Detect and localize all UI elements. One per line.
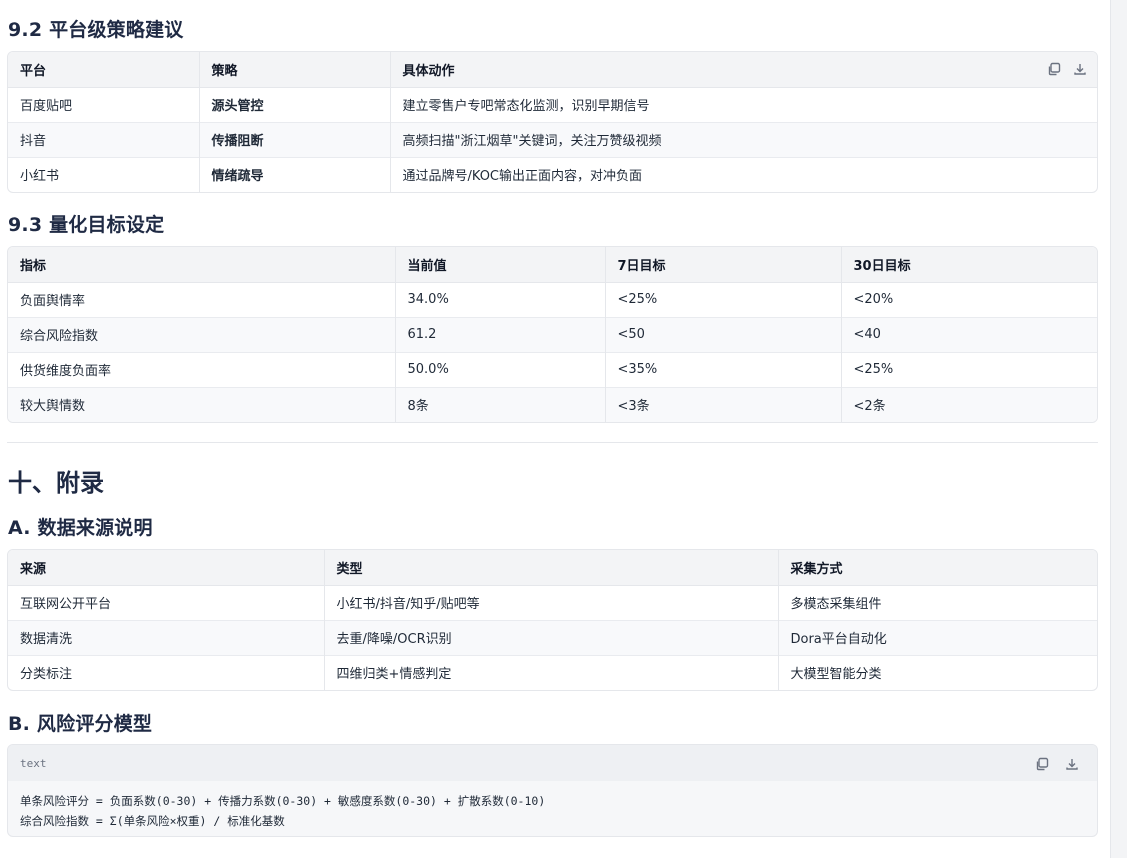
table-cell: 61.2 xyxy=(395,316,606,352)
table-cell: 建立零售户专吧常态化监测，识别早期信号 xyxy=(402,99,650,114)
table-cell: 互联网公开平台 xyxy=(8,585,325,620)
table-header-cell: 30日目标 xyxy=(841,247,1097,283)
table-row: 综合风险指数 61.2 <50 <40 xyxy=(8,316,1097,352)
copy-icon[interactable] xyxy=(1033,755,1051,773)
code-language-label: text xyxy=(20,756,47,770)
table-cell: 情绪疏导 xyxy=(199,156,391,192)
table-row: 百度贴吧 源头管控 建立零售户专吧常态化监测，识别早期信号 xyxy=(8,87,1097,122)
table-cell: 分类标注 xyxy=(8,654,325,690)
code-line: 综合风险指数 = Σ(单条风险×权重) / 标准化基数 xyxy=(20,814,285,828)
download-icon[interactable] xyxy=(1063,755,1081,773)
copy-icon[interactable] xyxy=(1045,60,1063,78)
table-cell: <40 xyxy=(841,316,1097,352)
table-cell: 34.0% xyxy=(395,282,606,317)
section-title-9-3: 9.3 量化目标设定 xyxy=(8,214,165,236)
table-row: 小红书 情绪疏导 通过品牌号/KOC输出正面内容，对冲负面 xyxy=(8,156,1097,192)
table-row: 供货维度负面率 50.0% <35% <25% xyxy=(8,351,1097,387)
table-header-cell: 7日目标 xyxy=(605,247,842,283)
table-cell: 多模态采集组件 xyxy=(790,597,882,612)
table-cell: 负面舆情率 xyxy=(8,282,396,317)
vertical-scrollbar[interactable] xyxy=(1110,0,1127,858)
table-header-cell: 具体动作 xyxy=(390,52,1097,88)
table-toolbar xyxy=(1045,60,1089,78)
table-cell: 去重/降噪/OCR识别 xyxy=(324,619,779,655)
table-cell: <3条 xyxy=(605,386,842,422)
table-row: 抖音 传播阻断 高频扫描"浙江烟草"关键词，关注万赞级视频 xyxy=(8,121,1097,157)
table-cell: 传播阻断 xyxy=(199,121,391,157)
platform-strategy-table: 平台 策略 具体动作 百度贴吧 源头管控 建立零售户专吧常态化监测，识别早期信号… xyxy=(7,51,1098,193)
table-cell: 较大舆情数 xyxy=(8,386,396,422)
scrollbar-thumb[interactable] xyxy=(1115,0,1123,40)
table-cell: <2条 xyxy=(841,386,1097,422)
section-title-9-2: 9.2 平台级策略建议 xyxy=(8,19,184,41)
table-cell: Dora平台自动化 xyxy=(778,619,1097,655)
table-cell: 综合风险指数 xyxy=(8,316,396,352)
table-cell: 50.0% xyxy=(395,351,606,387)
table-cell: 小红书 xyxy=(8,156,200,192)
table-header-cell: 平台 xyxy=(8,52,200,88)
data-source-table: 来源 类型 采集方式 互联网公开平台 小红书/抖音/知乎/贴吧等 多模态采集组件… xyxy=(7,549,1098,691)
code-block: text 单条风险评分 = 负面系数(0-30) + 传播力系数(0-30) +… xyxy=(7,744,1098,837)
table-cell: 高频扫描"浙江烟草"关键词，关注万赞级视频 xyxy=(390,121,1097,157)
table-header-cell: 采集方式 xyxy=(778,550,1097,586)
table-row: 数据清洗 去重/降噪/OCR识别 Dora平台自动化 xyxy=(8,619,1097,655)
table-header-row: 指标 当前值 7日目标 30日目标 xyxy=(8,247,1097,283)
table-header-cell: 当前值 xyxy=(395,247,606,283)
table-row: 负面舆情率 34.0% <25% <20% xyxy=(8,282,1097,317)
table-cell: 大模型智能分类 xyxy=(778,654,1097,690)
table-cell: 百度贴吧 xyxy=(8,87,200,122)
table-cell: 数据清洗 xyxy=(8,619,325,655)
table-header-cell: 类型 xyxy=(324,550,779,586)
table-header-row: 平台 策略 具体动作 xyxy=(8,52,1097,88)
quant-target-table: 指标 当前值 7日目标 30日目标 负面舆情率 34.0% <25% <20% … xyxy=(7,246,1098,423)
table-header-cell: 来源 xyxy=(8,550,325,586)
table-cell: <20% xyxy=(853,292,894,307)
section-title-a: A. 数据来源说明 xyxy=(8,517,153,539)
table-cell: 8条 xyxy=(395,386,606,422)
table-row: 较大舆情数 8条 <3条 <2条 xyxy=(8,386,1097,422)
table-cell: <50 xyxy=(605,316,842,352)
table-cell: 抖音 xyxy=(8,121,200,157)
table-cell: <35% xyxy=(605,351,842,387)
table-cell: <25% xyxy=(605,282,842,317)
code-block-header: text xyxy=(8,745,1097,781)
code-content: 单条风险评分 = 负面系数(0-30) + 传播力系数(0-30) + 敏感度系… xyxy=(8,781,1097,836)
table-header-cell: 指标 xyxy=(8,247,396,283)
table-cell: 小红书/抖音/知乎/贴吧等 xyxy=(324,585,779,620)
table-row: 分类标注 四维归类+情感判定 大模型智能分类 xyxy=(8,654,1097,690)
table-cell: 四维归类+情感判定 xyxy=(324,654,779,690)
code-toolbar xyxy=(1033,755,1081,773)
document-page: 9.2 平台级策略建议 平台 策略 具体动作 百度贴吧 源头管控 建立零售户专吧… xyxy=(0,0,1110,858)
table-cell: 通过品牌号/KOC输出正面内容，对冲负面 xyxy=(390,156,1097,192)
table-header-cell: 策略 xyxy=(199,52,391,88)
section-title-appendix: 十、附录 xyxy=(8,469,104,497)
table-row: 互联网公开平台 小红书/抖音/知乎/贴吧等 多模态采集组件 xyxy=(8,585,1097,620)
code-line: 单条风险评分 = 负面系数(0-30) + 传播力系数(0-30) + 敏感度系… xyxy=(20,794,546,808)
section-title-b: B. 风险评分模型 xyxy=(8,713,153,735)
table-cell: <25% xyxy=(841,351,1097,387)
table-cell: 源头管控 xyxy=(199,87,391,122)
download-icon[interactable] xyxy=(1071,60,1089,78)
table-header-row: 来源 类型 采集方式 xyxy=(8,550,1097,586)
section-divider xyxy=(7,442,1098,443)
table-cell: 供货维度负面率 xyxy=(8,351,396,387)
